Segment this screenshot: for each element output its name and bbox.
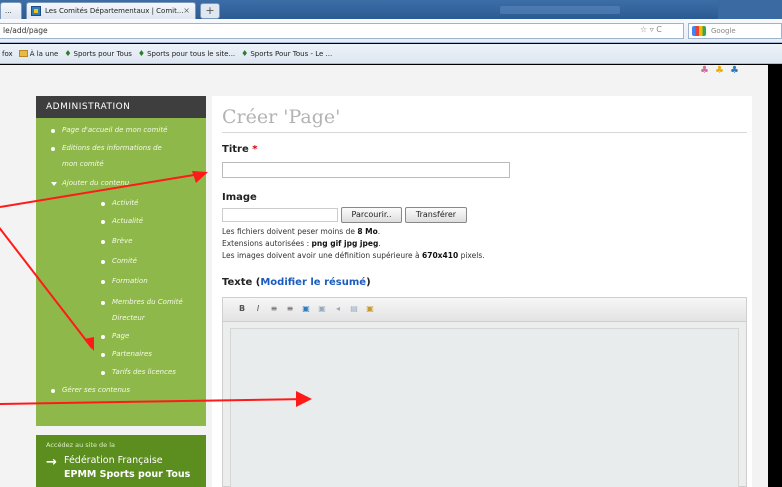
promo-small-text: Accédez au site de la	[46, 441, 116, 449]
promo-line-1: Fédération Française	[64, 455, 163, 466]
sidebar-item-activite[interactable]: Activité	[101, 199, 138, 207]
bookmark-fox[interactable]: fox	[2, 50, 13, 58]
help-dimensions: Les images doivent avoir une définition …	[222, 251, 485, 260]
image-label: Image	[222, 192, 257, 203]
admin-sidebar: ADMINISTRATION Page d'accueil de mon com…	[36, 96, 206, 426]
sidebar-item-tarifs[interactable]: Tarifs des licences	[101, 368, 176, 376]
sidebar-item-membres[interactable]: Membres du Comité	[101, 298, 183, 306]
required-mark: *	[252, 144, 258, 155]
tab-previous-label: ...	[5, 7, 12, 15]
tab-title: Les Comités Départementaux | Comit...	[45, 7, 184, 15]
address-bar[interactable]: le/add/page	[0, 23, 684, 39]
window-controls[interactable]	[718, 0, 782, 19]
titre-label: Titre *	[222, 144, 258, 155]
paste-icon[interactable]: ▤	[349, 304, 359, 314]
bullet-icon	[101, 335, 105, 339]
tab-active[interactable]: Les Comités Départementaux | Comit... ×	[26, 2, 196, 19]
site-favicon-icon	[31, 6, 41, 16]
new-tab-button[interactable]: +	[200, 3, 220, 19]
bullet-icon	[51, 389, 55, 393]
bullet-icon	[101, 301, 105, 305]
bullet-icon	[51, 147, 55, 151]
folder-icon	[18, 50, 28, 57]
bullet-icon	[101, 353, 105, 357]
sidebar-item-partenaires[interactable]: Partenaires	[101, 350, 152, 358]
bullet-icon	[101, 371, 105, 375]
leaf-icon: ♦	[137, 49, 146, 58]
editor-text-area[interactable]	[230, 328, 739, 487]
sidebar-item-membres-cont[interactable]: Directeur	[112, 314, 145, 322]
sidebar-item-editions-cont[interactable]: mon comité	[62, 160, 104, 168]
search-placeholder: Google	[711, 27, 736, 35]
leaf-icon: ♦	[64, 49, 72, 58]
bookmark-sports-pour-tous-site[interactable]: ♦ Sports pour tous le site...	[138, 49, 235, 58]
bullet-icon	[101, 260, 105, 264]
close-tab-icon[interactable]: ×	[183, 6, 190, 15]
sidebar-item-accueil[interactable]: Page d'accueil de mon comité	[51, 126, 167, 134]
sidebar-heading: ADMINISTRATION	[36, 96, 206, 118]
unlink-icon[interactable]: ▣	[317, 304, 327, 314]
editor-toolbar: B I ≡ ≡ ▣ ▣ ◂ ▤ ▣	[223, 298, 746, 322]
texte-label: Texte (Modifier le résumé)	[222, 277, 371, 288]
title-divider	[222, 132, 747, 133]
link-icon[interactable]: ▣	[301, 304, 311, 314]
sidebar-item-comite[interactable]: Comité	[101, 257, 137, 265]
arrow-right-icon: →	[46, 455, 57, 470]
modifier-resume-link[interactable]: Modifier le résumé	[260, 277, 366, 288]
search-input[interactable]: Google	[688, 23, 782, 39]
google-icon	[692, 26, 706, 36]
federation-promo-link[interactable]: Accédez au site de la → Fédération Franç…	[36, 435, 206, 487]
window-titlebar-decoration	[500, 6, 620, 14]
page-content: ♣♣♣ ADMINISTRATION Page d'accueil de mon…	[0, 65, 768, 487]
page-title: Créer 'Page'	[222, 106, 341, 128]
bullet-icon	[101, 240, 105, 244]
bookmark-sports-pour-tous-le[interactable]: ♦ Sports Pour Tous - Le ...	[241, 49, 332, 58]
tab-previous[interactable]: ...	[0, 2, 22, 19]
sidebar-item-editions[interactable]: Editions des informations de	[51, 144, 162, 152]
leaf-icon: ♦	[241, 49, 249, 58]
sidebar-item-ajouter[interactable]: Ajouter du contenu	[51, 179, 129, 187]
italic-icon[interactable]: I	[253, 304, 263, 314]
bullet-icon	[101, 202, 105, 206]
browse-button[interactable]: Parcourir..	[341, 207, 402, 223]
help-extensions: Extensions autorisées : png gif jpg jpeg…	[222, 239, 381, 248]
help-file-size: Les fichiers doivent peser moins de 8 Mo…	[222, 227, 381, 236]
titre-input[interactable]	[222, 162, 510, 178]
bookmark-a-la-une[interactable]: À la une	[18, 50, 58, 58]
screen-edge	[768, 65, 782, 487]
bullet-list-icon[interactable]: ≡	[269, 304, 279, 314]
bullet-icon	[101, 280, 105, 284]
sidebar-item-actualite[interactable]: Actualité	[101, 217, 143, 225]
file-path-input[interactable]	[222, 208, 338, 222]
sidebar-item-gerer[interactable]: Gérer ses contenus	[51, 386, 130, 394]
navigation-bar: le/add/page ☆ ▿ C Google	[0, 19, 782, 43]
image-insert-icon[interactable]: ▣	[365, 304, 375, 314]
sidebar-item-breve[interactable]: Brève	[101, 237, 132, 245]
main-content: Créer 'Page' Titre * Image Parcourir.. T…	[212, 96, 752, 487]
upload-button[interactable]: Transférer	[405, 207, 467, 223]
numbered-list-icon[interactable]: ≡	[285, 304, 295, 314]
address-bar-icons[interactable]: ☆ ▿ C	[640, 25, 662, 34]
sidebar-item-page[interactable]: Page	[101, 332, 129, 340]
bullet-icon	[51, 129, 55, 133]
tab-bar: ... Les Comités Départementaux | Comit..…	[0, 0, 782, 19]
bookmark-sports-pour-tous[interactable]: ♦ Sports pour Tous	[64, 49, 132, 58]
site-header-decoration: ♣♣♣	[700, 65, 745, 76]
anchor-icon[interactable]: ◂	[333, 304, 343, 314]
bookmarks-bar: fox À la une ♦ Sports pour Tous ♦ Sports p…	[0, 44, 782, 64]
promo-line-2: EPMM Sports pour Tous	[64, 469, 191, 480]
bullet-icon	[101, 220, 105, 224]
sidebar-item-formation[interactable]: Formation	[101, 277, 148, 285]
expanded-arrow-icon	[51, 182, 57, 186]
bold-icon[interactable]: B	[237, 304, 247, 314]
text-editor: B I ≡ ≡ ▣ ▣ ◂ ▤ ▣	[222, 297, 747, 487]
